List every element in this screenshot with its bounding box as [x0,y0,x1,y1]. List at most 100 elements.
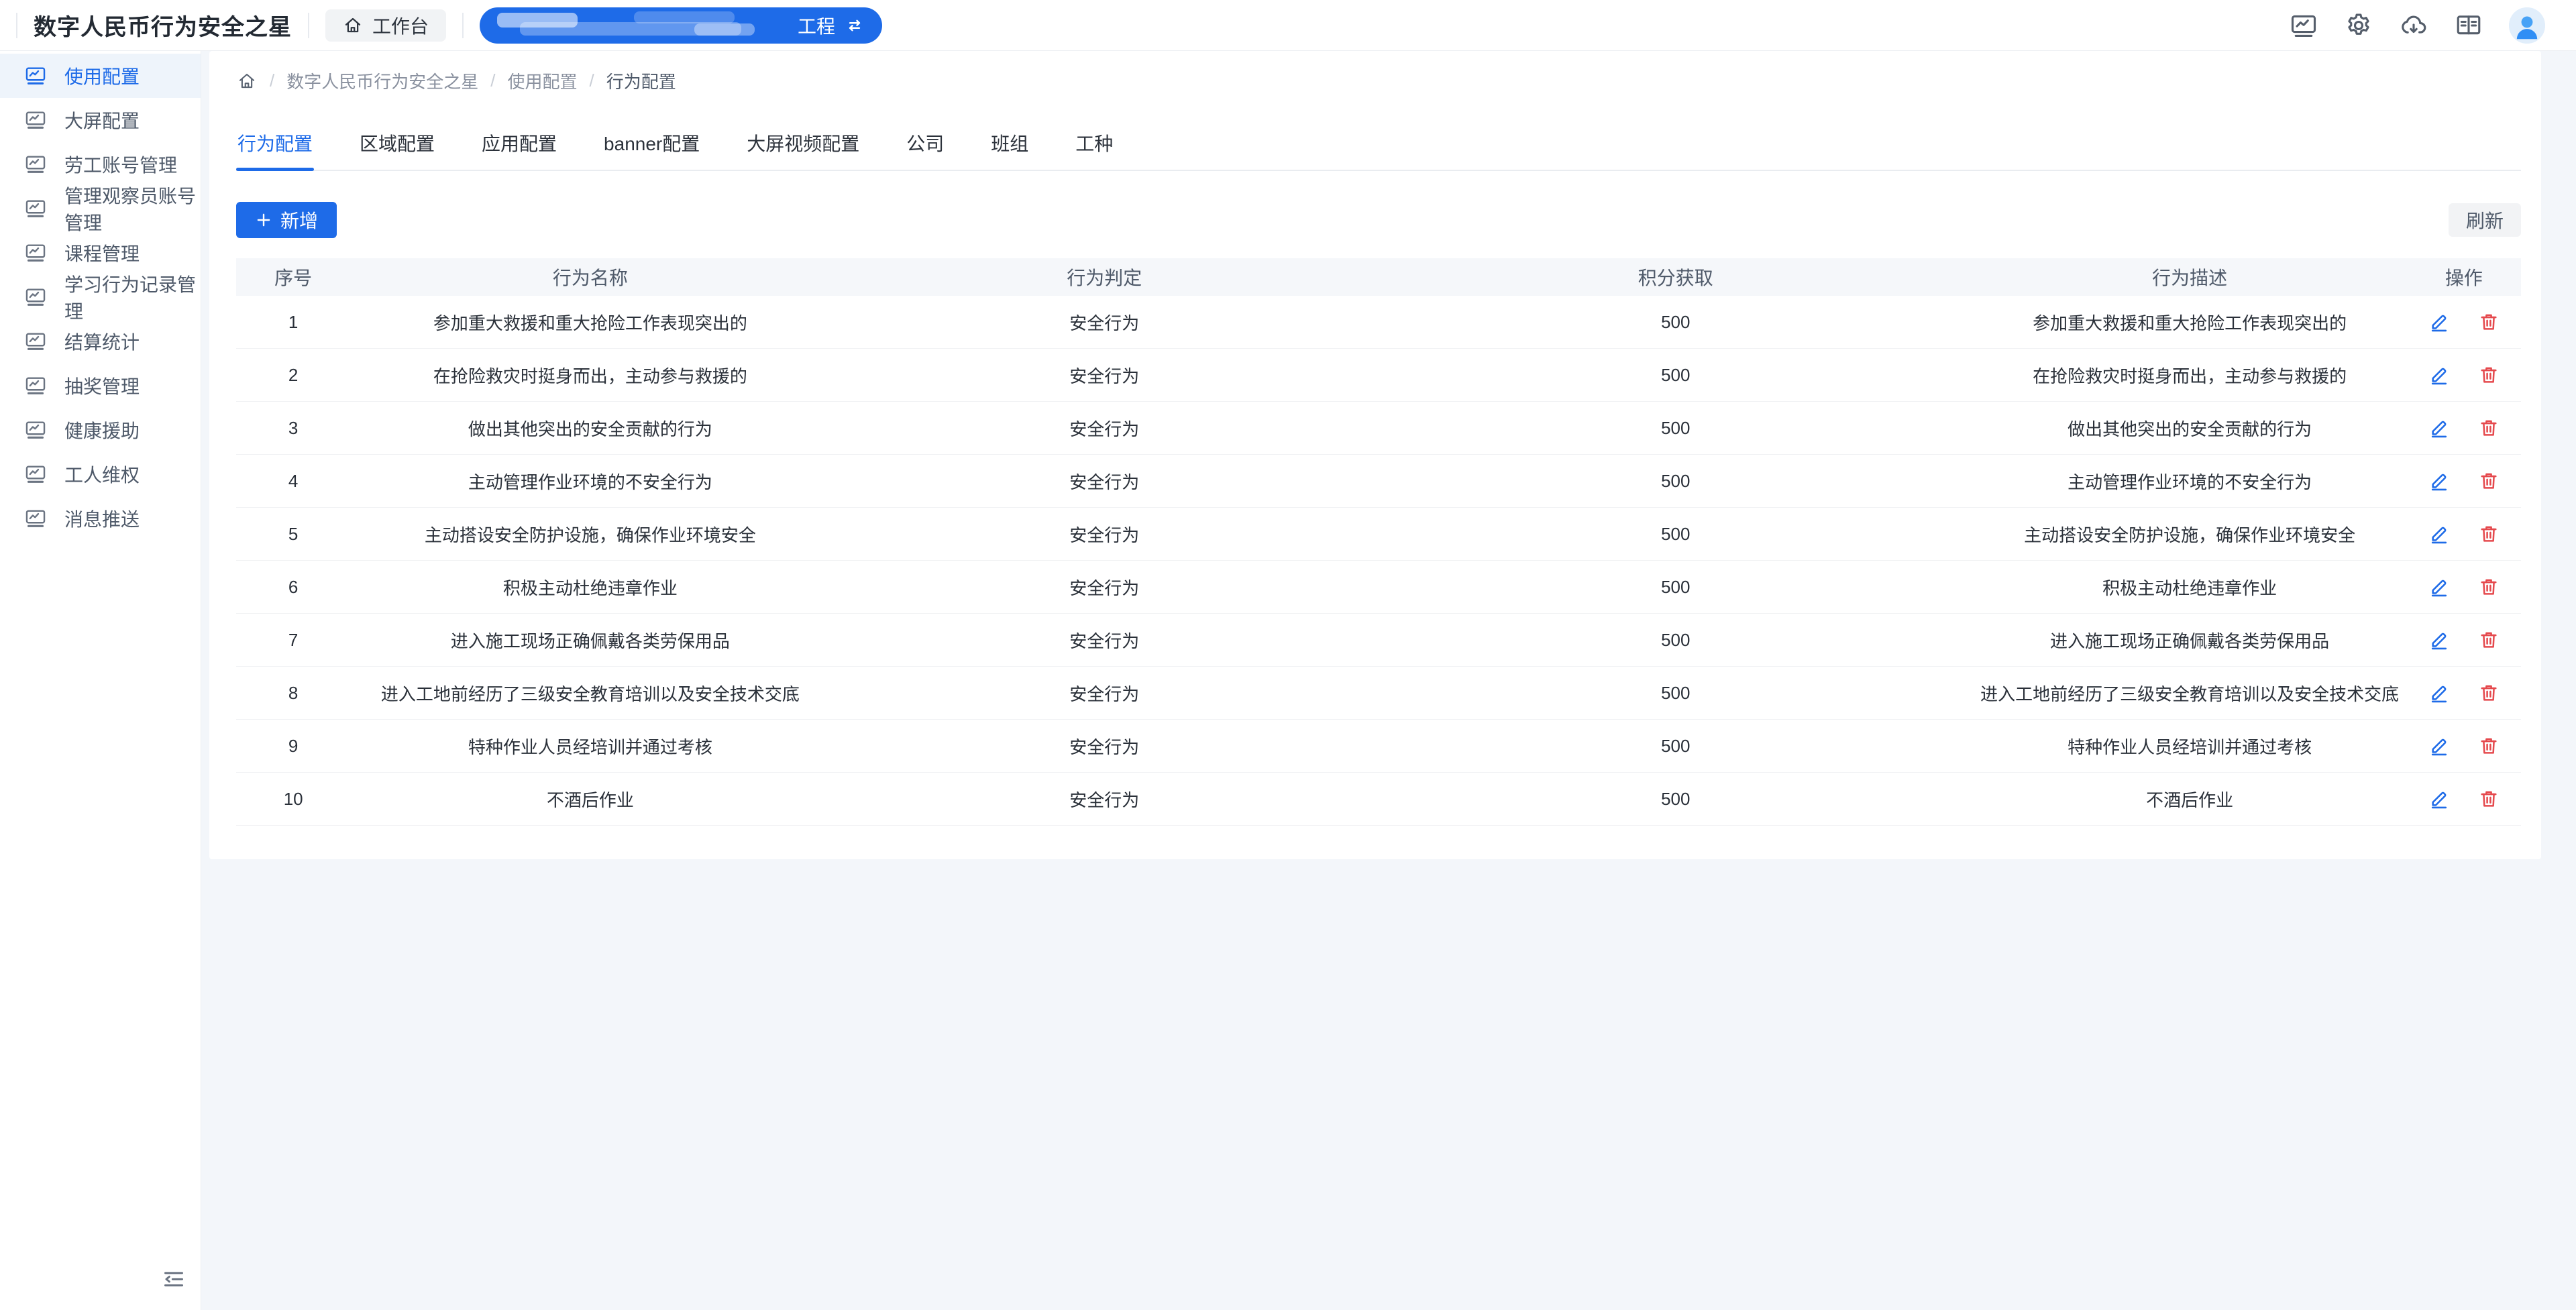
tab-5[interactable]: 公司 [905,120,945,170]
sidebar-item-8[interactable]: 健康援助 [0,408,201,452]
cell-points: 500 [1379,349,1973,402]
cell-index: 6 [236,561,350,614]
delete-icon[interactable] [2478,364,2500,386]
cell-name: 主动搭设安全防护设施，确保作业环境安全 [350,508,830,561]
tab-0[interactable]: 行为配置 [236,120,314,170]
sidebar-item-label: 管理观察员账号管理 [64,182,201,235]
cell-name: 特种作业人员经培训并通过考核 [350,720,830,773]
fund-screen-icon [24,463,47,486]
edit-icon[interactable] [2428,417,2450,439]
sidebar-item-3[interactable]: 管理观察员账号管理 [0,186,201,231]
tab-7[interactable]: 工种 [1074,120,1114,170]
cell-name: 进入施工现场正确佩戴各类劳保用品 [350,614,830,667]
cell-desc: 不酒后作业 [1973,773,2407,826]
cell-index: 5 [236,508,350,561]
add-button[interactable]: 新增 [236,202,337,238]
delete-icon[interactable] [2478,735,2500,757]
edit-icon[interactable] [2428,629,2450,651]
cell-actions [2407,667,2521,720]
breadcrumb-home-icon[interactable] [236,70,258,92]
sidebar-item-label: 劳工账号管理 [64,151,177,178]
cell-desc: 积极主动杜绝违章作业 [1973,561,2407,614]
table-row-1: 2在抢险救灾时挺身而出，主动参与救援的安全行为500在抢险救灾时挺身而出，主动参… [236,349,2521,402]
delete-icon[interactable] [2478,682,2500,704]
sidebar-item-7[interactable]: 抽奖管理 [0,364,201,408]
cell-judge: 安全行为 [830,561,1379,614]
sidebar-item-6[interactable]: 结算统计 [0,319,201,364]
sidebar-item-label: 课程管理 [64,239,140,266]
column-header-0: 序号 [236,258,350,296]
workbench-label: 工作台 [372,12,429,39]
cell-actions [2407,455,2521,508]
edit-icon[interactable] [2428,682,2450,704]
breadcrumb-item-0[interactable]: 数字人民币行为安全之星 [286,68,478,93]
edit-icon[interactable] [2428,788,2450,810]
monitor-chart-icon[interactable] [2289,11,2318,40]
behavior-table: 序号行为名称行为判定积分获取行为描述操作 1参加重大救援和重大抢险工作表现突出的… [236,258,2521,826]
cell-actions [2407,720,2521,773]
breadcrumb-item-2[interactable]: 行为配置 [606,68,676,93]
sidebar-item-label: 结算统计 [64,328,140,355]
tab-3[interactable]: banner配置 [602,120,701,170]
delete-icon[interactable] [2478,629,2500,651]
toolbar: 新增 刷新 [236,202,2521,238]
delete-icon[interactable] [2478,576,2500,598]
breadcrumb-item-1[interactable]: 使用配置 [507,68,577,93]
project-switcher-pill[interactable]: 工程 [480,7,882,44]
tab-2[interactable]: 应用配置 [480,120,558,170]
header-divider [16,13,17,38]
sidebar-item-4[interactable]: 课程管理 [0,231,201,275]
fund-screen-icon [24,197,47,220]
cell-actions [2407,296,2521,349]
column-header-1: 行为名称 [350,258,830,296]
cell-points: 500 [1379,508,1973,561]
delete-icon[interactable] [2478,470,2500,492]
open-book-icon[interactable] [2454,11,2483,40]
cell-name: 在抢险救灾时挺身而出，主动参与救援的 [350,349,830,402]
refresh-button[interactable]: 刷新 [2449,203,2521,237]
edit-icon[interactable] [2428,735,2450,757]
edit-icon[interactable] [2428,311,2450,333]
tab-4[interactable]: 大屏视频配置 [745,120,861,170]
tab-bar: 行为配置区域配置应用配置 banner配置大屏视频配置公司班组工种 [236,120,2521,171]
cloud-download-icon[interactable] [2399,11,2428,40]
sidebar-item-1[interactable]: 大屏配置 [0,98,201,142]
delete-icon[interactable] [2478,417,2500,439]
tab-6[interactable]: 班组 [989,120,1030,170]
breadcrumb-separator: / [590,70,594,91]
sidebar-item-10[interactable]: 消息推送 [0,496,201,541]
header-divider [462,13,464,38]
edit-icon[interactable] [2428,523,2450,545]
cell-index: 1 [236,296,350,349]
sidebar-item-label: 学习行为记录管理 [64,270,201,324]
table-row-6: 7进入施工现场正确佩戴各类劳保用品安全行为500进入施工现场正确佩戴各类劳保用品 [236,614,2521,667]
sidebar-item-2[interactable]: 劳工账号管理 [0,142,201,186]
cell-index: 10 [236,773,350,826]
cell-desc: 特种作业人员经培训并通过考核 [1973,720,2407,773]
header-actions [2289,7,2545,44]
cell-name: 参加重大救援和重大抢险工作表现突出的 [350,296,830,349]
table-row-5: 6积极主动杜绝违章作业安全行为500积极主动杜绝违章作业 [236,561,2521,614]
cell-desc: 在抢险救灾时挺身而出，主动参与救援的 [1973,349,2407,402]
sidebar-item-5[interactable]: 学习行为记录管理 [0,275,201,319]
settings-gear-icon[interactable] [2344,11,2373,40]
cell-points: 500 [1379,561,1973,614]
cell-actions [2407,508,2521,561]
sidebar-item-label: 使用配置 [64,62,140,89]
sidebar-item-0[interactable]: 使用配置 [0,54,201,98]
fund-screen-icon [24,419,47,441]
cell-points: 500 [1379,296,1973,349]
workbench-button[interactable]: 工作台 [325,9,446,42]
delete-icon[interactable] [2478,788,2500,810]
delete-icon[interactable] [2478,523,2500,545]
edit-icon[interactable] [2428,364,2450,386]
user-avatar[interactable] [2509,7,2545,44]
cell-name: 积极主动杜绝违章作业 [350,561,830,614]
tab-1[interactable]: 区域配置 [358,120,436,170]
delete-icon[interactable] [2478,311,2500,333]
sidebar-item-9[interactable]: 工人维权 [0,452,201,496]
edit-icon[interactable] [2428,576,2450,598]
edit-icon[interactable] [2428,470,2450,492]
cell-desc: 进入工地前经历了三级安全教育培训以及安全技术交底 [1973,667,2407,720]
collapse-sidebar-icon[interactable] [159,1264,189,1294]
